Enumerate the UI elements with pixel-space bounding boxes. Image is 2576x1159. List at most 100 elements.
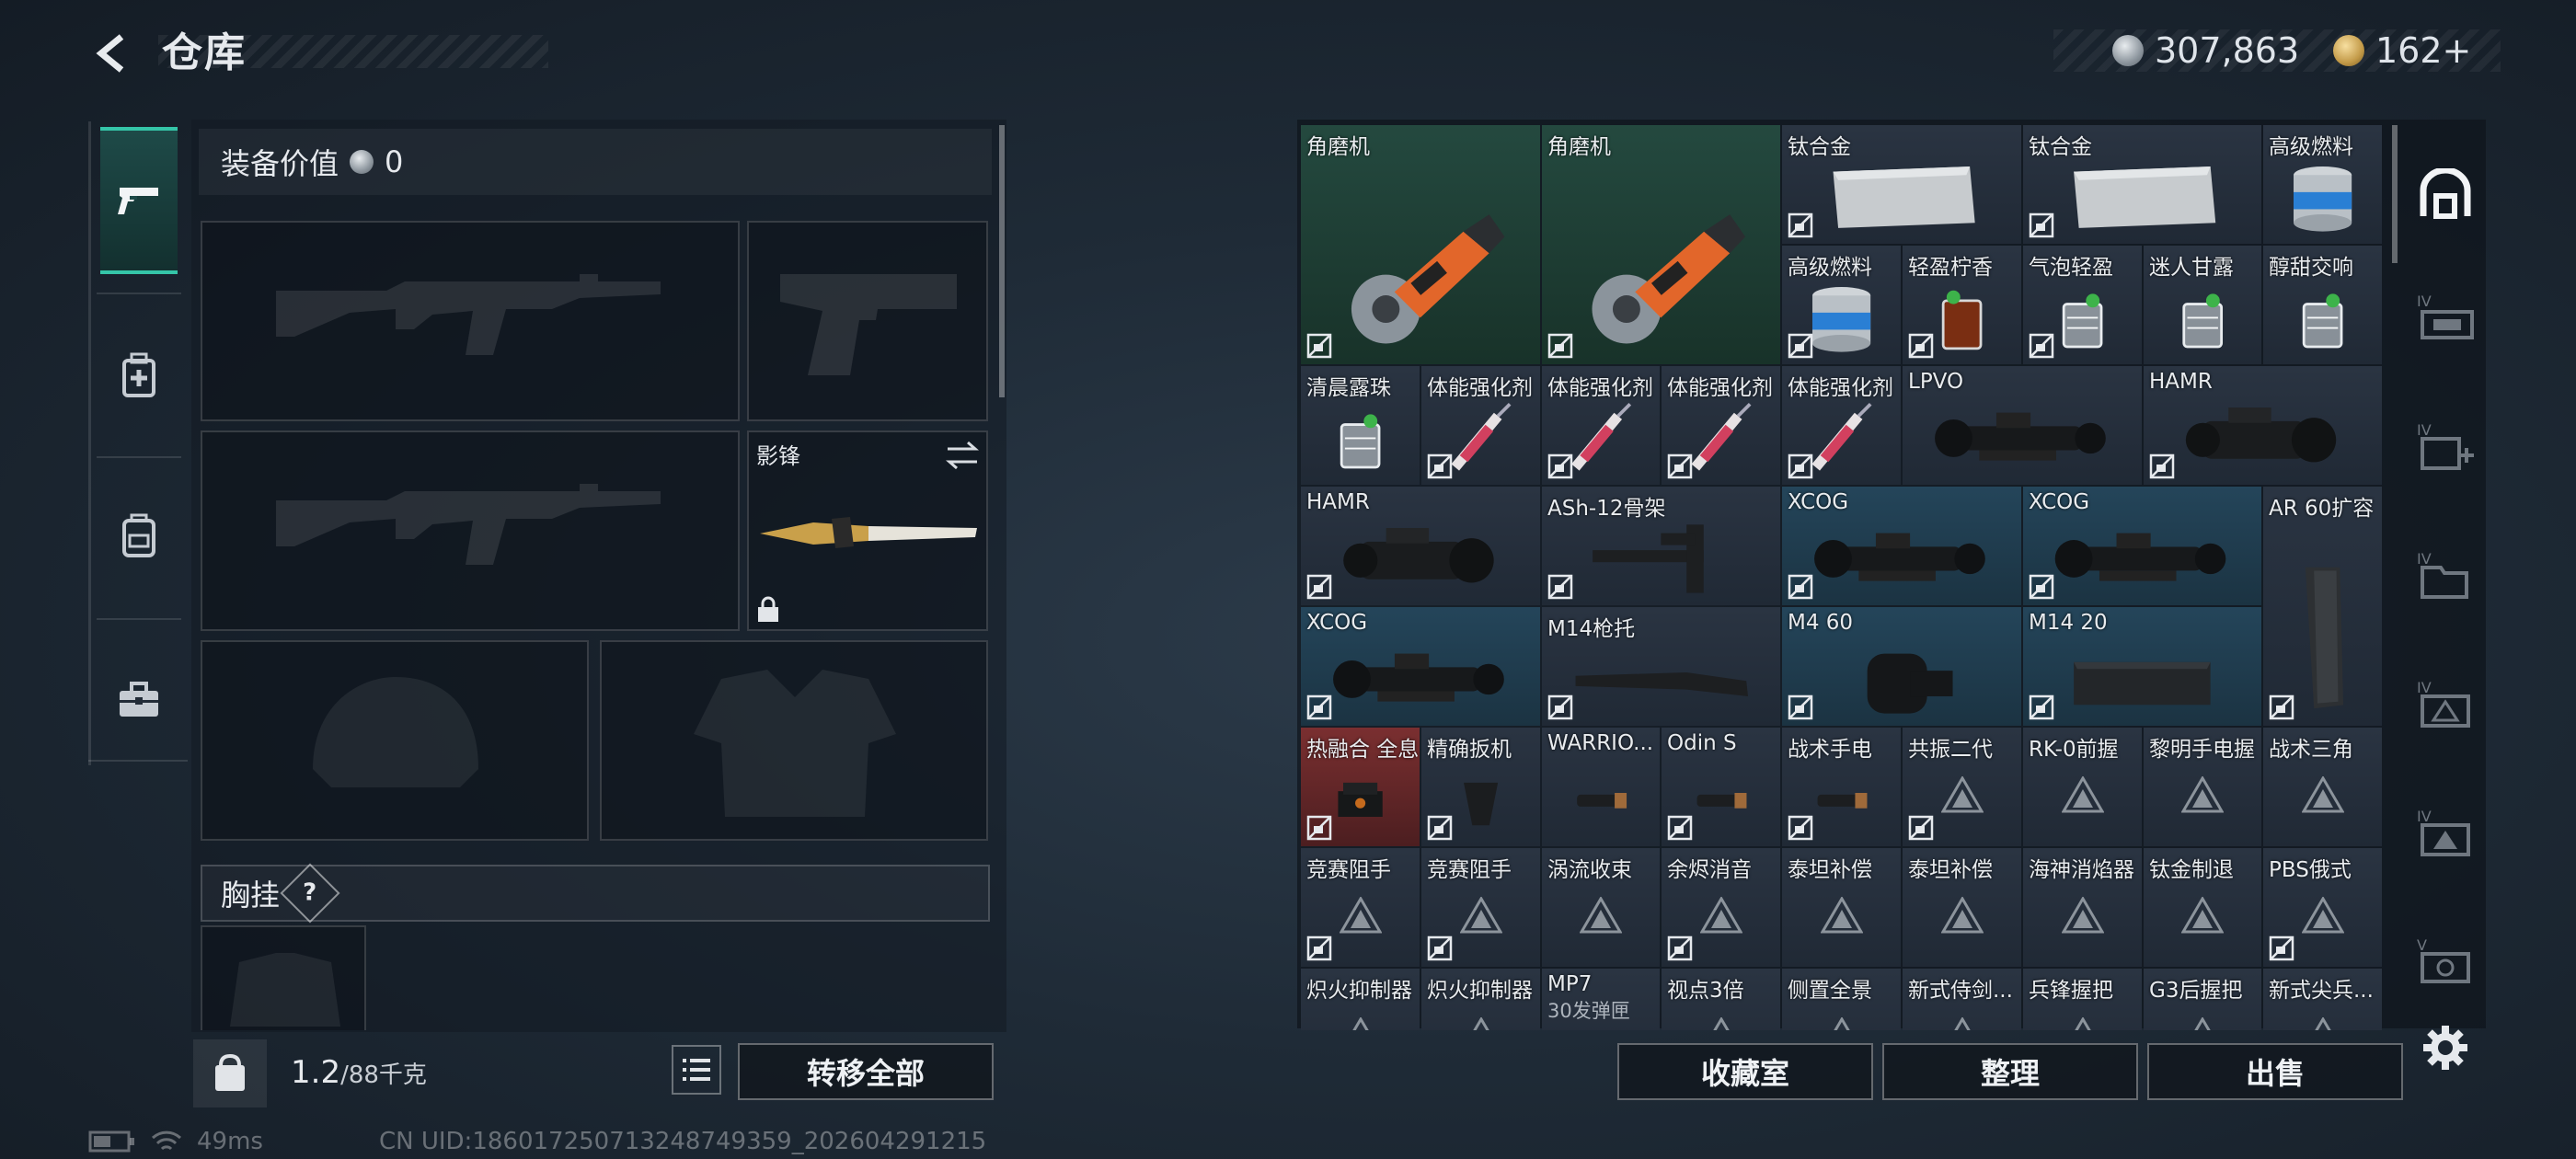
bound-lock-icon [1306, 574, 1332, 600]
tab-weapons[interactable] [100, 127, 178, 274]
inventory-item[interactable]: 视点3倍 [1662, 969, 1780, 1030]
inventory-item[interactable]: 醇甜交响 [2263, 246, 2382, 364]
organize-button[interactable]: 整理 [1882, 1043, 2138, 1100]
tab-medical[interactable] [100, 302, 178, 449]
inventory-item[interactable]: 高级燃料 [1782, 246, 1901, 364]
inventory-item[interactable]: LPVO [1903, 366, 2142, 485]
inventory-item[interactable]: 钛合金 [1782, 125, 2021, 244]
equipment-scrollbar[interactable] [999, 125, 1005, 397]
inventory-item[interactable]: 兵锋握把 [2023, 969, 2142, 1030]
inventory-item[interactable]: M14枪托 [1542, 607, 1780, 726]
swap-icon[interactable] [944, 440, 981, 471]
silver-coin-icon [2112, 35, 2144, 66]
storage-tab-iv-4[interactable]: IV [2409, 662, 2482, 745]
inventory-item[interactable]: 炽火抑制器 [1301, 969, 1420, 1030]
inventory-item[interactable]: XCOG [1782, 487, 2021, 605]
help-icon[interactable]: ? [280, 863, 340, 924]
chest-rig-slot[interactable] [201, 925, 366, 1030]
bound-lock-icon [2149, 453, 2175, 479]
settings-button[interactable] [2409, 1006, 2482, 1089]
vest-silhouette-icon [694, 670, 896, 817]
inventory-item[interactable]: 共振二代 [1903, 728, 2021, 846]
inventory-item[interactable]: 新式侍剑... [1903, 969, 2021, 1030]
helmet-slot[interactable] [201, 640, 589, 841]
equipment-value-bar: 装备价值 0 [199, 129, 992, 195]
inventory-item[interactable]: G3后握把 [2144, 969, 2261, 1030]
armor-slot[interactable] [600, 640, 988, 841]
sidearm-slot[interactable] [747, 221, 988, 421]
inventory-item[interactable]: WARRIO... [1542, 728, 1660, 846]
inventory-item[interactable]: ASh-12骨架 [1542, 487, 1780, 605]
bound-lock-icon [1547, 333, 1573, 359]
inventory-item[interactable]: HAMR [2144, 366, 2382, 485]
storage-tab-all[interactable] [2409, 153, 2482, 235]
inventory-item[interactable]: 泰坦补偿 [1782, 848, 1901, 967]
inventory-item[interactable]: 体能强化剂 [1782, 366, 1901, 485]
inventory-item[interactable]: 钛合金 [2023, 125, 2261, 244]
placeholder-attachment-icon [1941, 1016, 1984, 1030]
inventory-item[interactable]: 竞赛阻手 [1301, 848, 1420, 967]
sell-button[interactable]: 出售 [2147, 1043, 2403, 1100]
tab-case[interactable] [100, 627, 178, 775]
transfer-all-button[interactable]: 转移全部 [738, 1043, 994, 1100]
inventory-item[interactable]: 钛金制退 [2144, 848, 2261, 967]
inventory-item[interactable]: 炽火抑制器 [1421, 969, 1540, 1030]
inventory-item[interactable]: 体能强化剂 [1421, 366, 1540, 485]
inventory-item[interactable]: 清晨露珠 [1301, 366, 1420, 485]
inventory-item[interactable]: PBS俄式 [2263, 848, 2382, 967]
inventory-item[interactable]: 侧置全景 [1782, 969, 1901, 1030]
secondary-weapon-slot[interactable] [201, 430, 740, 631]
gold-amount: 162+ [2375, 30, 2472, 71]
backpack-weight-button[interactable] [193, 1039, 267, 1107]
drum-icon [1799, 637, 2005, 726]
storage-tab-iv-2[interactable]: IV [2409, 405, 2482, 488]
inventory-item[interactable]: 角磨机 [1542, 125, 1780, 364]
primary-weapon-slot[interactable] [201, 221, 740, 421]
inventory-item[interactable]: 新式尖兵... [2263, 969, 2382, 1030]
inventory-item[interactable]: 气泡轻盈 [2023, 246, 2142, 364]
melee-slot[interactable]: 影锋 [747, 430, 988, 631]
inventory-item[interactable]: 体能强化剂 [1662, 366, 1780, 485]
storage-tab-v[interactable]: V [2409, 920, 2482, 1003]
tab-backpack[interactable] [100, 462, 178, 609]
inventory-item[interactable]: Odin S [1662, 728, 1780, 846]
inventory-item[interactable]: RK-0前握 [2023, 728, 2142, 846]
storage-tab-iv-5[interactable]: IV [2409, 791, 2482, 874]
storage-scrollbar[interactable] [2392, 125, 2398, 263]
inventory-item[interactable]: M4 60 [1782, 607, 2021, 726]
silver-currency: 307,863 [2112, 28, 2299, 74]
item-name: 高级燃料 [1788, 256, 1872, 280]
storage-tab-iv-3[interactable]: IV [2409, 534, 2482, 616]
inventory-item[interactable]: HAMR [1301, 487, 1540, 605]
inventory-item[interactable]: 竞赛阻手 [1421, 848, 1540, 967]
bound-lock-icon [1306, 935, 1332, 961]
list-view-button[interactable] [672, 1045, 721, 1095]
back-button[interactable] [85, 26, 140, 81]
storage-tab-iv-1[interactable]: IV [2409, 276, 2482, 359]
inventory-item[interactable]: 余烬消音 [1662, 848, 1780, 967]
inventory-item[interactable]: 轻盈柠香 [1903, 246, 2021, 364]
inventory-item[interactable]: 角磨机 [1301, 125, 1540, 364]
inventory-item[interactable]: 黎明手电握 [2144, 728, 2261, 846]
inventory-item[interactable]: 高级燃料 [2263, 125, 2382, 244]
inventory-item[interactable]: XCOG [2023, 487, 2261, 605]
inventory-item[interactable]: 体能强化剂 [1542, 366, 1660, 485]
gold-currency[interactable]: 162+ [2333, 28, 2471, 74]
inventory-item[interactable]: 涡流收束 [1542, 848, 1660, 967]
inventory-item[interactable]: M14 20 [2023, 607, 2261, 726]
inventory-item[interactable]: XCOG [1301, 607, 1540, 726]
container-iv-icon: IV [2417, 293, 2474, 339]
inventory-item[interactable]: MP7 30发弹匣 [1542, 969, 1660, 1030]
inventory-item[interactable]: 战术三角 [2263, 728, 2382, 846]
inventory-item[interactable]: 战术手电 [1782, 728, 1901, 846]
inventory-item[interactable]: 泰坦补偿 [1903, 848, 2021, 967]
light-icon [1554, 757, 1648, 846]
item-name: XCOG [2029, 490, 2090, 514]
collection-room-button[interactable]: 收藏室 [1617, 1043, 1873, 1100]
inventory-item[interactable]: 热融合 全息 [1301, 728, 1420, 846]
inventory-item[interactable]: 迷人甘露 [2144, 246, 2261, 364]
hamr-icon [2160, 396, 2365, 485]
inventory-item[interactable]: 海神消焰器 [2023, 848, 2142, 967]
inventory-item[interactable]: AR 60扩容 [2263, 487, 2382, 726]
inventory-item[interactable]: 精确扳机 [1421, 728, 1540, 846]
